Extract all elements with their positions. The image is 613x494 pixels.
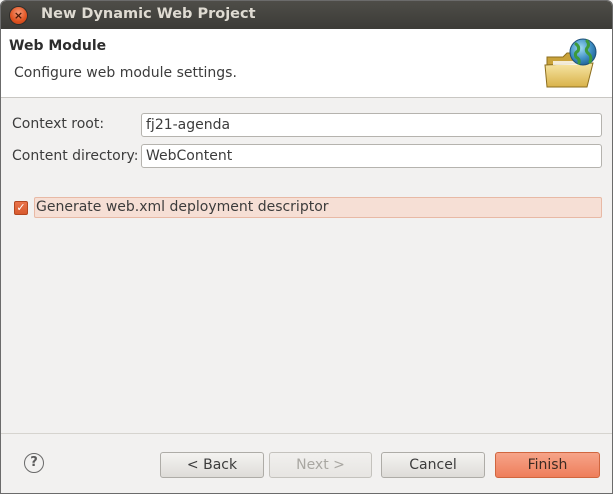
generate-descriptor-label[interactable]: Generate web.xml deployment descriptor — [36, 199, 329, 215]
context-root-input[interactable] — [141, 113, 602, 137]
help-icon[interactable]: ? — [24, 453, 44, 473]
title-bar[interactable]: × New Dynamic Web Project — [1, 1, 612, 29]
next-button[interactable]: Next > — [269, 452, 372, 478]
window-title: New Dynamic Web Project — [41, 6, 256, 22]
generate-descriptor-checkbox[interactable]: ✓ — [14, 201, 28, 215]
dialog-window: × New Dynamic Web Project Web Module Con… — [0, 0, 613, 494]
content-directory-label: Content directory: — [12, 148, 139, 164]
close-icon[interactable]: × — [10, 7, 27, 24]
finish-button[interactable]: Finish — [495, 452, 600, 478]
back-button[interactable]: < Back — [160, 452, 264, 478]
page-description: Configure web module settings. — [14, 65, 237, 81]
cancel-button[interactable]: Cancel — [381, 452, 485, 478]
page-title: Web Module — [9, 38, 107, 54]
wizard-banner: Web Module Configure web module settings… — [1, 29, 612, 98]
context-root-label: Context root: — [12, 116, 105, 132]
footer-divider — [1, 433, 612, 434]
folder-globe-icon — [544, 38, 597, 88]
content-directory-input[interactable] — [141, 144, 602, 168]
